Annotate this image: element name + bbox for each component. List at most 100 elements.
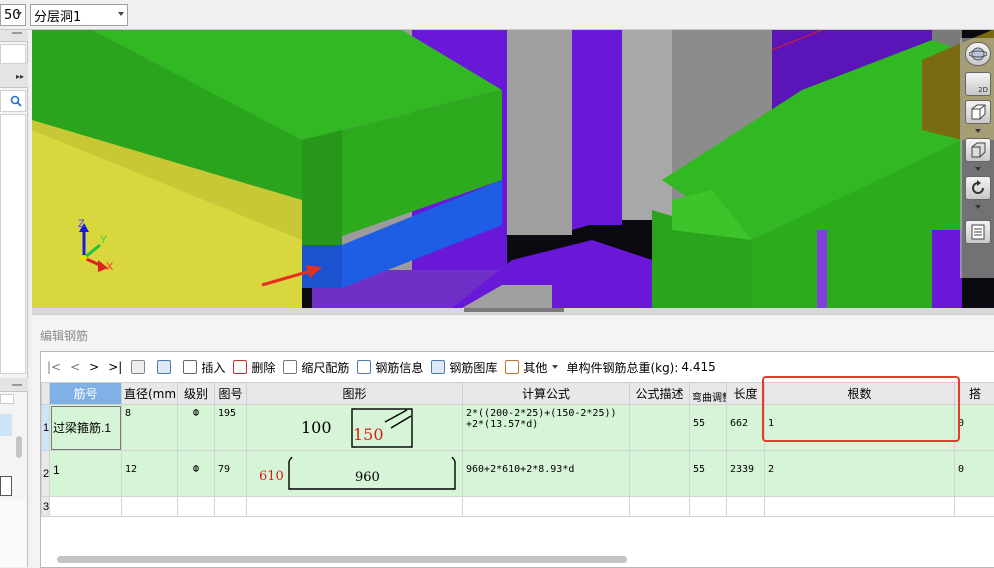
left-selected-row[interactable] bbox=[0, 414, 12, 436]
nav-prev-button[interactable]: < bbox=[70, 360, 80, 374]
formula-line-1: 2*((200-2*25)+(150-2*25)) bbox=[466, 408, 626, 419]
header-formula[interactable]: 计算公式 bbox=[463, 383, 630, 405]
view-2d-button[interactable]: 2D bbox=[965, 72, 991, 96]
header-length[interactable]: 长度 bbox=[727, 383, 765, 405]
cell-formula-desc[interactable] bbox=[630, 451, 690, 497]
left-scrollbar[interactable] bbox=[16, 436, 22, 458]
left-panel-field[interactable] bbox=[0, 44, 26, 64]
cell-extra[interactable] bbox=[955, 497, 994, 517]
splitter-grip[interactable] bbox=[464, 308, 564, 312]
total-weight-value: 4.415 bbox=[681, 360, 715, 374]
left-input-box[interactable] bbox=[0, 476, 12, 496]
nav-first-button[interactable]: |< bbox=[47, 360, 61, 374]
collapse-icon[interactable] bbox=[12, 32, 22, 34]
rebar-table[interactable]: 筋号 直径(mm) 级别 图号 图形 计算公式 公式描述 弯曲调整 长度 根数 … bbox=[41, 382, 994, 517]
cell-shape[interactable]: 100 150 bbox=[247, 405, 463, 451]
header-diameter[interactable]: 直径(mm) bbox=[122, 383, 178, 405]
horizontal-scrollbar-thumb[interactable] bbox=[57, 556, 627, 563]
cell-name[interactable]: 1 bbox=[50, 451, 122, 497]
cell-bend-adjust[interactable]: 55 bbox=[690, 405, 727, 451]
chevron-down-icon[interactable] bbox=[975, 129, 981, 133]
chevron-down-icon[interactable] bbox=[975, 167, 981, 171]
cell-bend-adjust[interactable]: 55 bbox=[690, 451, 727, 497]
cell-count[interactable]: 1 bbox=[765, 405, 955, 451]
cell-formula[interactable]: 960+2*610+2*8.93*d bbox=[463, 451, 630, 497]
row-number[interactable]: 2 bbox=[42, 451, 50, 497]
cell-count[interactable]: 2 bbox=[765, 451, 955, 497]
other-menu-button[interactable]: 其他 bbox=[505, 359, 558, 376]
row-number[interactable]: 1 bbox=[42, 405, 50, 451]
cell-grade[interactable]: Ф bbox=[178, 451, 215, 497]
move-up-button[interactable] bbox=[131, 360, 149, 374]
table-row[interactable]: 1 过梁箍筋.1 8 Ф 195 100 150 bbox=[42, 405, 994, 451]
cell-shape[interactable]: 610 960 bbox=[247, 451, 463, 497]
rotate-icon[interactable] bbox=[965, 176, 991, 200]
chevron-down-icon[interactable] bbox=[118, 12, 124, 16]
cube-view-icon[interactable] bbox=[965, 100, 991, 124]
cell-shape-no[interactable]: 79 bbox=[215, 451, 247, 497]
layer-list-icon[interactable] bbox=[965, 220, 991, 244]
insert-row-icon bbox=[183, 360, 197, 374]
cell-length[interactable]: 2339 bbox=[727, 451, 765, 497]
3d-viewport[interactable]: Z Y X 2D bbox=[32, 30, 994, 308]
cell-formula-desc[interactable] bbox=[630, 405, 690, 451]
chevron-down-icon[interactable] bbox=[975, 205, 981, 209]
rebar-info-button[interactable]: 钢筋信息 bbox=[357, 359, 423, 376]
cell-length[interactable]: 662 bbox=[727, 405, 765, 451]
cell-shape[interactable] bbox=[247, 497, 463, 517]
cell-bend-adjust[interactable] bbox=[690, 497, 727, 517]
left-cell[interactable] bbox=[0, 394, 14, 404]
header-shape[interactable]: 图形 bbox=[247, 383, 463, 405]
cell-shape-no[interactable] bbox=[215, 497, 247, 517]
cell-name[interactable] bbox=[50, 497, 122, 517]
cell-extra[interactable]: 0 bbox=[955, 451, 994, 497]
cell-shape-no[interactable]: 195 bbox=[215, 405, 247, 451]
left-tree-list[interactable] bbox=[0, 114, 26, 374]
shape-dim-a: 100 bbox=[301, 418, 332, 437]
chevron-down-icon[interactable] bbox=[16, 12, 22, 16]
nav-last-button[interactable]: >| bbox=[108, 360, 122, 374]
move-down-button[interactable] bbox=[157, 360, 175, 374]
header-name[interactable]: 筋号 bbox=[50, 383, 122, 405]
header-shape-no[interactable]: 图号 bbox=[215, 383, 247, 405]
row-number[interactable]: 3 bbox=[42, 497, 50, 517]
box-view-icon[interactable] bbox=[965, 138, 991, 162]
expand-icon[interactable]: ▸▸ bbox=[16, 72, 24, 81]
arrow-down-icon bbox=[157, 360, 171, 374]
cell-diameter[interactable]: 12 bbox=[122, 451, 178, 497]
header-bend-adjust[interactable]: 弯曲调整 bbox=[690, 383, 727, 405]
insert-button[interactable]: 插入 bbox=[183, 359, 225, 376]
cell-grade[interactable] bbox=[178, 497, 215, 517]
chevron-down-icon[interactable] bbox=[552, 365, 558, 369]
3d-model-scene[interactable] bbox=[32, 30, 994, 308]
table-row[interactable]: 3 bbox=[42, 497, 994, 517]
cell-extra[interactable]: 0 bbox=[955, 405, 994, 451]
scale-combo[interactable]: 50 bbox=[0, 4, 26, 26]
header-formula-desc[interactable]: 公式描述 bbox=[630, 383, 690, 405]
table-row[interactable]: 2 1 12 Ф 79 610 960 bbox=[42, 451, 994, 497]
cell-length[interactable] bbox=[727, 497, 765, 517]
cell-diameter[interactable]: 8 bbox=[122, 405, 178, 451]
axis-x-label: X bbox=[106, 261, 113, 273]
header-extra[interactable]: 搭 bbox=[955, 383, 994, 405]
orbit-icon[interactable] bbox=[965, 42, 991, 66]
search-icon[interactable] bbox=[10, 95, 22, 107]
layer-combo[interactable]: 分层洞1 bbox=[30, 4, 128, 26]
cell-diameter[interactable] bbox=[122, 497, 178, 517]
cell-formula-desc[interactable] bbox=[630, 497, 690, 517]
total-weight-label: 单构件钢筋总重(kg): bbox=[566, 359, 678, 376]
header-corner[interactable] bbox=[42, 383, 50, 405]
scale-rebar-button[interactable]: 缩尺配筋 bbox=[283, 359, 349, 376]
rebar-library-button[interactable]: 钢筋图库 bbox=[431, 359, 497, 376]
header-grade[interactable]: 级别 bbox=[178, 383, 215, 405]
cell-name[interactable]: 过梁箍筋.1 bbox=[50, 405, 122, 451]
cell-formula[interactable] bbox=[463, 497, 630, 517]
cell-formula[interactable]: 2*((200-2*25)+(150-2*25)) +2*(13.57*d) bbox=[463, 405, 630, 451]
cell-grade[interactable]: Ф bbox=[178, 405, 215, 451]
header-count[interactable]: 根数 bbox=[765, 383, 955, 405]
cell-count[interactable] bbox=[765, 497, 955, 517]
shape-dim-b: 960 bbox=[355, 470, 380, 485]
delete-button[interactable]: 删除 bbox=[233, 359, 275, 376]
collapse-icon[interactable] bbox=[12, 384, 22, 386]
nav-next-button[interactable]: > bbox=[89, 360, 99, 374]
